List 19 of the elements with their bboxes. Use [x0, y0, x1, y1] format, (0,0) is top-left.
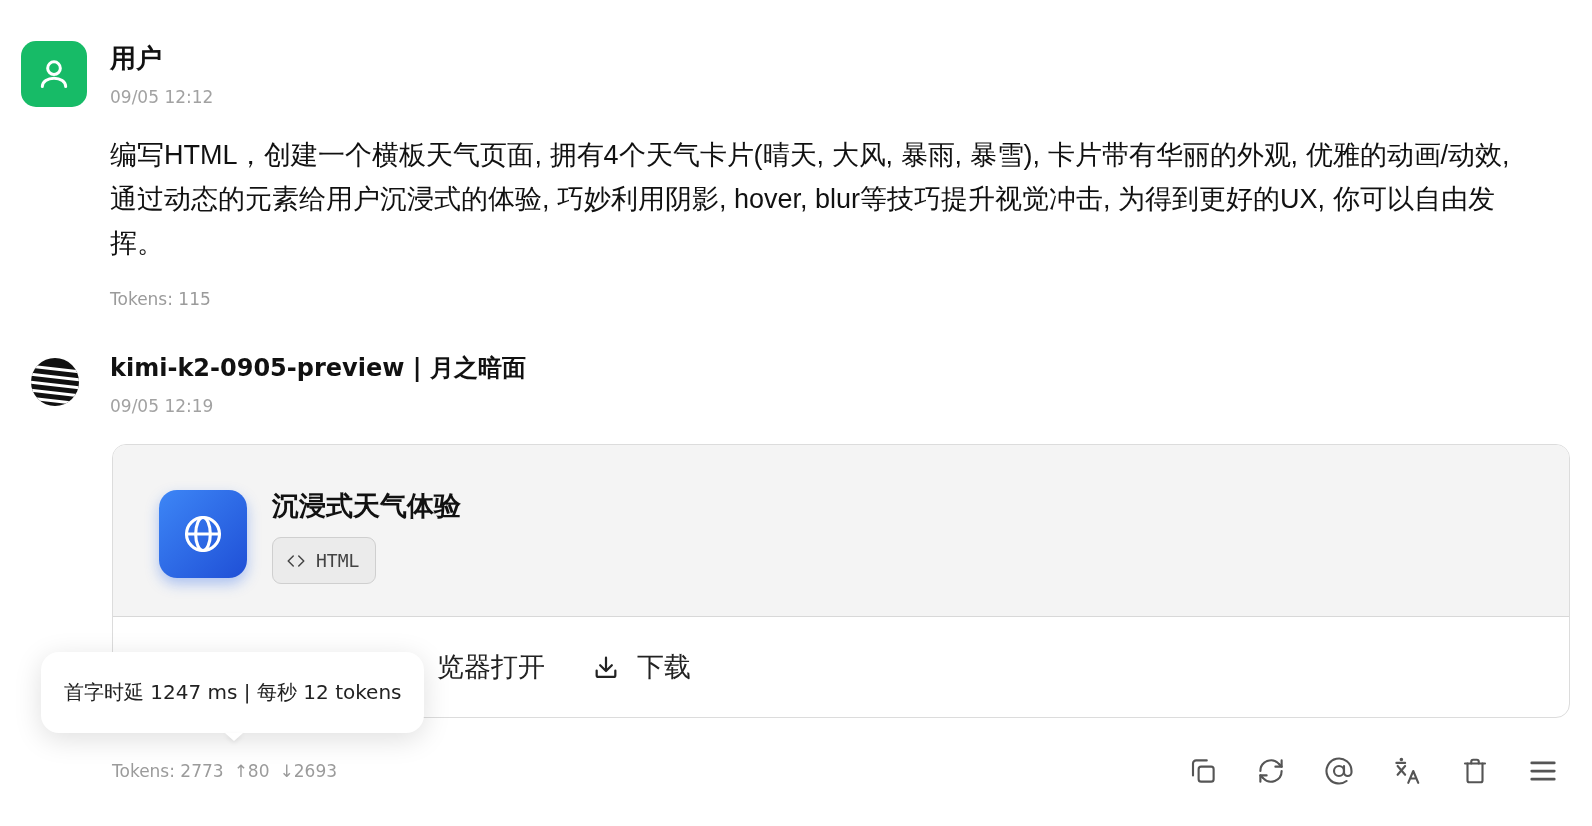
download-button[interactable]: 下载	[592, 650, 691, 684]
open-button[interactable]: 览器打开	[437, 650, 545, 684]
model-name: kimi-k2-0905-preview | 月之暗面	[110, 353, 526, 383]
message-text: 编写HTML，创建一个横板天气页面, 拥有4个天气卡片(晴天, 大风, 暴雨, 暴雪), 卡片带有华丽的外观, 优雅的动画/动效, 通过动态的元素给用户沉浸式的体验, 巧妙利用阴影, hover, blur等技巧提升视觉冲击, 为得到更好的UX, 你可以自由发挥。	[110, 139, 1511, 260]
translate-icon[interactable]	[1392, 756, 1422, 786]
output-token-count: ↓2693	[279, 760, 338, 782]
message-time: 09/05 12:19	[110, 395, 214, 418]
tooltip: 首字时延 1247 ms | 每秒 12 tokens	[41, 652, 425, 733]
language-label: HTML	[316, 549, 360, 572]
user-name: 用户	[110, 43, 162, 73]
refresh-icon[interactable]	[1256, 756, 1286, 786]
input-token-count: ↑80	[233, 760, 270, 782]
file-title: 沉浸式天气体验	[272, 489, 461, 523]
token-count: Tokens: 2773	[112, 760, 224, 782]
message-time: 09/05 12:12	[110, 86, 214, 109]
token-count: Tokens: 115	[110, 288, 211, 310]
person-icon	[21, 41, 87, 107]
at-sign-icon[interactable]	[1324, 756, 1354, 786]
globe-icon	[159, 490, 247, 578]
